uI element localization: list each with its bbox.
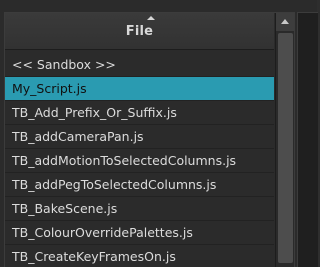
script-editor-region: File << Sandbox >> My_Script.js TB_Add_P…: [0, 0, 318, 267]
file-list-panel: File << Sandbox >> My_Script.js TB_Add_P…: [4, 12, 295, 267]
list-item[interactable]: TB_ColourOverridePalettes.js: [5, 221, 274, 245]
list-item[interactable]: TB_BakeScene.js: [5, 197, 274, 221]
script-editor-panel[interactable]: [297, 12, 318, 267]
scroll-up-button[interactable]: [276, 13, 294, 31]
vertical-scrollbar[interactable]: [275, 13, 294, 267]
file-list: << Sandbox >> My_Script.js TB_Add_Prefix…: [5, 53, 274, 267]
list-item-my-script[interactable]: My_Script.js: [5, 77, 274, 101]
scrollbar-thumb[interactable]: [278, 33, 293, 263]
list-item[interactable]: TB_addMotionToSelectedColumns.js: [5, 149, 274, 173]
list-item[interactable]: TB_addPegToSelectedColumns.js: [5, 173, 274, 197]
file-column-header[interactable]: File: [5, 13, 274, 50]
sort-ascending-icon: [147, 16, 155, 20]
chevron-up-icon: [281, 19, 289, 24]
file-column-title: File: [125, 24, 154, 39]
list-item[interactable]: TB_addCameraPan.js: [5, 125, 274, 149]
list-item[interactable]: TB_Add_Prefix_Or_Suffix.js: [5, 101, 274, 125]
list-item[interactable]: TB_CreateKeyFramesOn.js: [5, 245, 274, 267]
list-item-sandbox[interactable]: << Sandbox >>: [5, 53, 274, 77]
